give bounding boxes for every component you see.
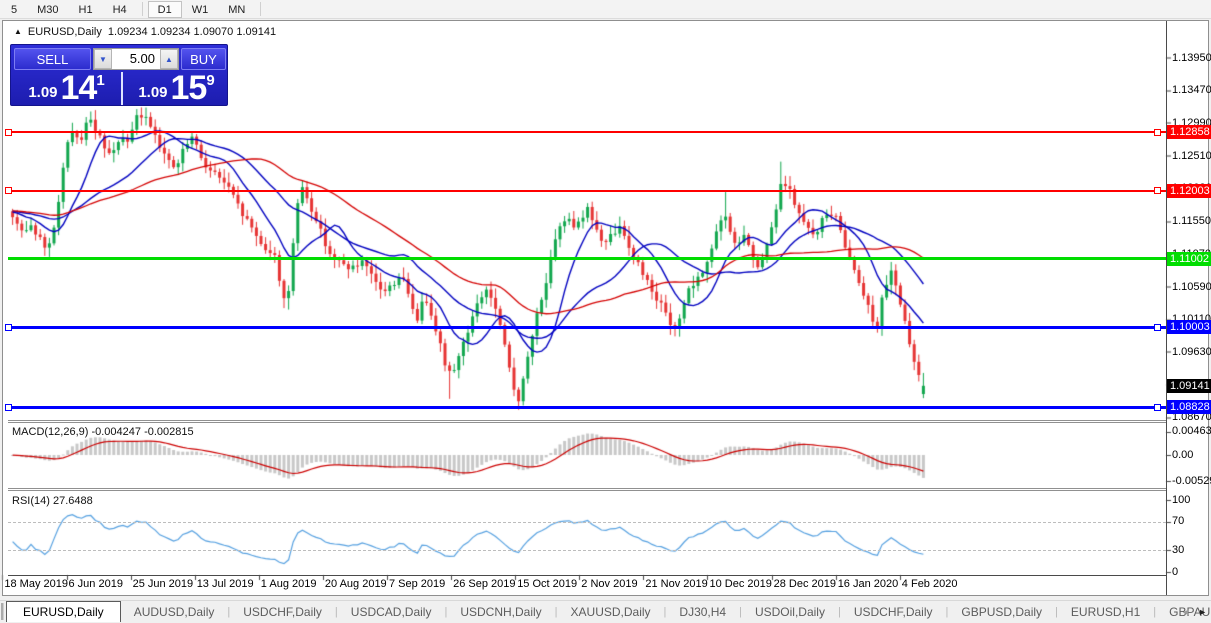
line-handle[interactable]: [1154, 323, 1161, 331]
one-click-trading-panel: SELL ▼ 5.00 ▲ BUY 1.09 14 1 1.09 15 9: [10, 44, 228, 107]
tabs-container: EURUSD,Daily AUDUSD,Daily | USDCHF,Daily | US…: [6, 601, 1211, 622]
date-axis-label: 2 Nov 2019: [581, 578, 638, 590]
date-axis-label: 26 Sep 2019: [453, 578, 516, 590]
tab-usdcnh-daily[interactable]: USDCNH,Daily: [447, 601, 554, 622]
volume-decrease-icon[interactable]: ▼: [94, 49, 112, 69]
symbol-tab-bar: EURUSD,Daily AUDUSD,Daily | USDCHF,Daily | US…: [0, 600, 1211, 622]
line-handle[interactable]: [1154, 128, 1161, 136]
tab-xauusd-daily[interactable]: XAUUSD,Daily: [558, 601, 664, 622]
sell-price-display[interactable]: 1.09 14 1: [14, 69, 119, 107]
pane-separator[interactable]: [8, 488, 1166, 489]
rsi-level-line: [8, 522, 1166, 523]
buy-price-display[interactable]: 1.09 15 9: [127, 69, 226, 107]
time-axis-border: [8, 575, 1167, 576]
rsi-level-line: [8, 550, 1166, 551]
level-price-label: 1.08828: [1167, 400, 1211, 415]
pane-separator[interactable]: [8, 422, 1166, 423]
rsi-axis-tick-label: 70: [1172, 515, 1185, 528]
level-price-label: 1.12003: [1167, 183, 1211, 198]
horizontal-line-1.10003[interactable]: [8, 325, 1166, 329]
pane-separator[interactable]: [8, 420, 1166, 421]
price-axis-tick-label: 1.09630: [1172, 345, 1211, 358]
date-axis-label: 16 Jan 2020: [837, 578, 899, 590]
date-axis-label: 28 Dec 2019: [773, 578, 836, 590]
rsi-axis-tick-label: 100: [1172, 493, 1191, 506]
price-axis-tick-label: 1.13950: [1172, 51, 1211, 64]
buy-button[interactable]: BUY: [181, 48, 226, 70]
date-axis-label: 20 Aug 2019: [324, 578, 387, 590]
chart-symbol-label: EURUSD,Daily: [27, 25, 102, 38]
macd-axis-tick-label: -0.005299: [1172, 474, 1211, 487]
macd-axis-tick-label: 0.00463: [1172, 425, 1211, 438]
tab-audusd-daily[interactable]: AUDUSD,Daily: [121, 601, 228, 622]
line-handle[interactable]: [5, 323, 12, 331]
macd-axis-tick-label: 0.00: [1172, 448, 1194, 461]
level-price-label: 1.11002: [1167, 251, 1211, 266]
date-axis-label: 13 Jul 2019: [196, 578, 254, 590]
macd-indicator-label: MACD(12,26,9) -0.004247 -0.002815: [12, 426, 194, 438]
price-axis-tick-label: 1.10590: [1172, 280, 1211, 293]
level-price-label: 1.12858: [1167, 125, 1211, 140]
chart-header: ▲ EURUSD,Daily 1.09234 1.09234 1.09070 1…: [14, 25, 276, 38]
horizontal-line-1.11002[interactable]: [8, 257, 1166, 261]
tab-usdoil-daily[interactable]: USDOil,Daily: [742, 601, 838, 622]
date-axis-label: 21 Nov 2019: [645, 578, 708, 590]
tab-eurusd-h1[interactable]: EURUSD,H1: [1058, 601, 1153, 622]
date-axis-label: 7 Sep 2019: [389, 578, 446, 590]
tab-usdchf-daily[interactable]: USDCHF,Daily: [841, 601, 946, 622]
volume-increase-icon[interactable]: ▲: [160, 49, 178, 69]
pane-separator[interactable]: [8, 490, 1166, 491]
date-axis-label: 18 May 2019: [4, 578, 68, 590]
chart-ohlc-values: 1.09234 1.09234 1.09070 1.09141: [107, 25, 277, 38]
tab-scroll-right-icon[interactable]: ►: [1198, 607, 1207, 617]
price-axis-border: [1166, 21, 1167, 595]
buy-price-point: 9: [206, 72, 215, 89]
line-handle[interactable]: [1154, 403, 1161, 411]
date-axis-label: 10 Dec 2019: [709, 578, 772, 590]
collapse-panel-icon[interactable]: ▲: [14, 27, 22, 36]
volume-input[interactable]: 5.00: [112, 49, 160, 69]
line-handle[interactable]: [1154, 187, 1161, 195]
date-axis-label: 25 Jun 2019: [132, 578, 194, 590]
price-divider: [121, 72, 123, 105]
horizontal-line-1.12003[interactable]: [8, 189, 1166, 192]
sell-price-pips: 14: [60, 69, 98, 107]
sell-price-prefix: 1.09: [28, 84, 58, 101]
sell-price-point: 1: [96, 72, 105, 89]
tab-dj30-h4[interactable]: DJ30,H4: [666, 601, 739, 622]
tab-bar-grip[interactable]: [1, 603, 4, 620]
level-price-label: 1.10003: [1167, 320, 1211, 335]
price-axis-tick-label: 1.13470: [1172, 84, 1211, 97]
horizontal-line-1.08828[interactable]: [8, 405, 1166, 409]
line-handle[interactable]: [5, 187, 12, 195]
date-axis-label: 15 Oct 2019: [517, 578, 578, 590]
date-axis-label: 1 Aug 2019: [260, 578, 317, 590]
price-axis-tick-label: 1.12510: [1172, 149, 1211, 162]
tab-gbpusd-daily[interactable]: GBPUSD,Daily: [948, 601, 1055, 622]
tab-usdchf-daily[interactable]: USDCHF,Daily: [230, 601, 335, 622]
buy-price-pips: 15: [170, 69, 208, 107]
current-price-label: 1.09141: [1167, 378, 1211, 393]
date-axis-label: 6 Jun 2019: [68, 578, 123, 590]
line-handle[interactable]: [5, 128, 12, 136]
price-axis-tick-label: 1.11550: [1172, 215, 1211, 228]
tab-scroll-left-icon[interactable]: ◄: [1181, 607, 1190, 617]
tab-scroll-arrows: ◄ ►: [1181, 601, 1207, 623]
tab-eurusd-daily[interactable]: EURUSD,Daily: [6, 601, 121, 622]
rsi-indicator-label: RSI(14) 27.6488: [12, 495, 93, 507]
buy-price-prefix: 1.09: [138, 84, 168, 101]
rsi-axis-tick-label: 0: [1172, 565, 1179, 578]
sell-button[interactable]: SELL: [14, 48, 91, 70]
date-axis-label: 4 Feb 2020: [901, 578, 958, 590]
rsi-axis-tick-label: 30: [1172, 543, 1185, 556]
line-handle[interactable]: [5, 403, 12, 411]
tab-usdcad-daily[interactable]: USDCAD,Daily: [338, 601, 445, 622]
volume-spinner: ▼ 5.00 ▲: [93, 48, 179, 70]
horizontal-line-1.12858[interactable]: [8, 131, 1166, 134]
